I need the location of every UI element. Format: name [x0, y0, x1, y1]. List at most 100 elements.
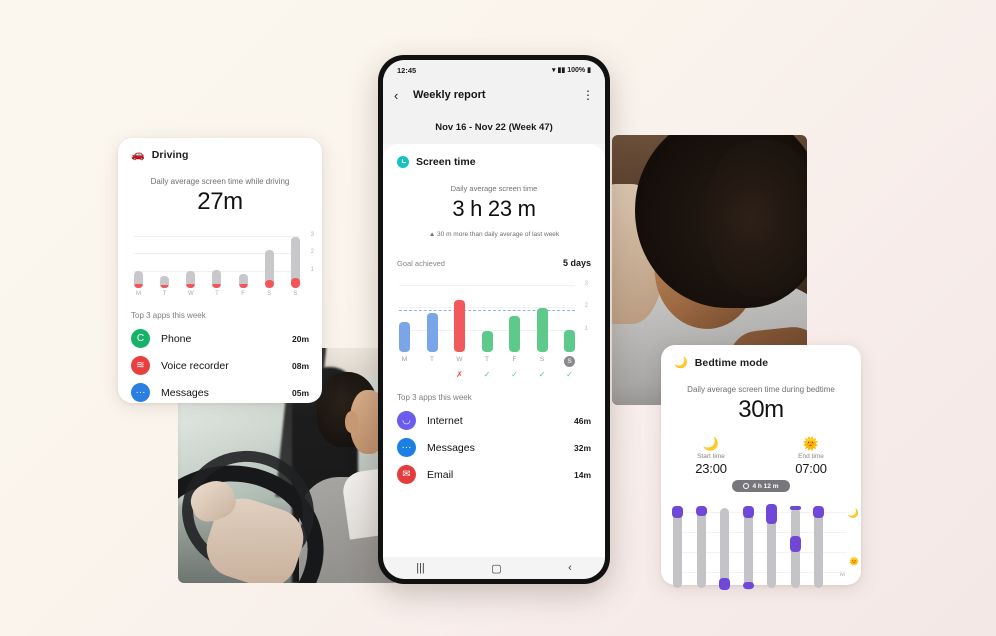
driving-portion	[238, 284, 248, 288]
app-time: 20m	[291, 333, 309, 344]
app-row[interactable]: ··· Messages 05m	[131, 379, 309, 406]
day-label: S	[293, 291, 298, 297]
bedtime-usage-segment	[695, 506, 707, 516]
bedtime-usage-segment	[672, 506, 683, 518]
app-row[interactable]: ◡ Internet 46m	[397, 407, 591, 434]
day-label[interactable]: S	[564, 356, 575, 367]
phone-screen: 12:45 ▾ ▮▮ 100% ▮ ‹ Weekly report ⋮ Nov …	[383, 60, 605, 579]
y-axis-tick: 2	[584, 303, 588, 309]
email-icon: ✉	[397, 465, 416, 484]
phone-apps-list: ◡ Internet 46m ··· Messages 32m ✉ Email 14m	[397, 407, 591, 488]
y-axis-tick: 3	[584, 280, 588, 287]
goal-achieved-value: 5 days	[562, 258, 591, 268]
navigation-bar: ||| ▢ ‹	[383, 557, 605, 579]
screen-time-section-header: Screen time	[397, 144, 591, 168]
driving-portion	[134, 283, 143, 288]
driving-average-label: Daily average screen time while driving	[150, 177, 290, 186]
driving-apps-title: Top 3 apps this week	[131, 311, 206, 320]
clock-icon	[743, 483, 750, 489]
day-label[interactable]: S	[537, 356, 548, 367]
chart-bar[interactable]	[564, 329, 575, 352]
bedtime-end-value: 07:00	[795, 461, 827, 476]
back-icon[interactable]: ‹	[568, 562, 572, 574]
bedtime-usage-segment	[789, 506, 801, 510]
moon-icon: 🌙	[674, 357, 688, 369]
app-name: Email	[427, 468, 454, 481]
overflow-menu-icon[interactable]: ⋮	[582, 89, 594, 101]
bedtime-start-label: Start time	[697, 453, 725, 460]
y-axis-tick: 1	[584, 325, 588, 332]
chart-bar	[212, 269, 222, 288]
app-time: 08m	[291, 360, 309, 371]
chart-bar[interactable]	[509, 316, 520, 352]
day-label[interactable]: M	[399, 356, 410, 367]
bedtime-bar	[813, 502, 825, 588]
sun-icon: 🌞	[802, 436, 820, 451]
screen-time-day-labels[interactable]: MTWTFSS	[399, 356, 575, 367]
goal-mark: ✗	[456, 370, 463, 379]
status-time: 12:45	[397, 65, 417, 75]
app-row[interactable]: ··· Messages 32m	[397, 434, 591, 461]
day-label: S	[267, 291, 272, 297]
y-axis-tick: 2	[310, 249, 314, 255]
chart-bar[interactable]	[426, 312, 438, 352]
app-name: Internet	[427, 414, 463, 427]
bedtime-bar	[695, 502, 707, 588]
bedtime-usage-segment	[719, 578, 731, 590]
day-label[interactable]: F	[509, 356, 520, 367]
chart-bar[interactable]	[481, 330, 493, 352]
status-icons: ▾ ▮▮ 100% ▮	[552, 66, 591, 75]
day-label: F	[241, 291, 245, 297]
car-icon: 🚗	[131, 148, 145, 161]
clock-icon	[397, 156, 409, 168]
app-row[interactable]: ✉ Email 14m	[397, 461, 591, 488]
bedtime-bar	[766, 502, 778, 588]
recents-icon[interactable]: |||	[416, 562, 425, 574]
day-label: T	[215, 291, 219, 297]
bedtime-average-value: 30m	[738, 396, 784, 423]
bedtime-end-label: End time	[798, 453, 824, 460]
phone-device: 12:45 ▾ ▮▮ 100% ▮ ‹ Weekly report ⋮ Nov …	[378, 55, 610, 584]
bedtime-usage-segment	[789, 536, 801, 552]
day-label[interactable]: T	[482, 356, 493, 367]
goal-mark: ✓	[538, 370, 546, 379]
bedtime-start-value: 23:00	[695, 461, 727, 476]
driving-portion	[186, 283, 196, 288]
bedtime-card-header: 🌙 Bedtime mode	[661, 345, 861, 370]
driving-bars	[134, 232, 300, 288]
y-axis-tick: 3	[310, 231, 314, 238]
chart-bar	[134, 270, 143, 288]
chart-bar[interactable]	[454, 300, 465, 352]
phone-apps-title: Top 3 apps this week	[397, 393, 472, 402]
day-label[interactable]: T	[427, 356, 438, 367]
driving-portion	[160, 284, 170, 288]
app-time: 32m	[573, 442, 591, 453]
day-label[interactable]: W	[454, 356, 465, 367]
app-time: 46m	[573, 415, 591, 426]
chart-bar	[264, 249, 274, 288]
goal-mark	[399, 370, 410, 379]
driving-portion	[212, 283, 222, 288]
app-time: 14m	[573, 469, 591, 480]
chart-bar	[160, 275, 170, 288]
bedtime-card[interactable]: 🌙 Bedtime mode Daily average screen time…	[661, 345, 861, 590]
driving-card[interactable]: 🚗 Driving Daily average screen time whil…	[118, 138, 322, 403]
chart-bar[interactable]	[536, 308, 548, 352]
home-icon[interactable]: ▢	[491, 562, 501, 575]
chart-bar[interactable]	[399, 321, 410, 352]
back-chevron-icon[interactable]: ‹	[394, 88, 410, 103]
app-bar: ‹ Weekly report ⋮	[383, 80, 605, 110]
driving-portion	[264, 280, 274, 288]
app-row[interactable]: C Phone 20m	[131, 325, 309, 352]
bedtime-usage-segment	[742, 582, 754, 589]
day-label: W	[187, 291, 194, 297]
app-name: Messages	[161, 386, 209, 399]
app-row[interactable]: ≋ Voice recorder 08m	[131, 352, 309, 379]
moon-icon: 🌙	[702, 436, 720, 451]
bedtime-bar	[742, 502, 754, 590]
messages-icon: ···	[131, 383, 150, 402]
goal-mark: ✓	[566, 370, 573, 379]
internet-icon: ◡	[397, 411, 416, 430]
goal-achieved-row: Goal achieved 5 days	[397, 258, 591, 268]
bedtime-bar	[838, 502, 847, 568]
